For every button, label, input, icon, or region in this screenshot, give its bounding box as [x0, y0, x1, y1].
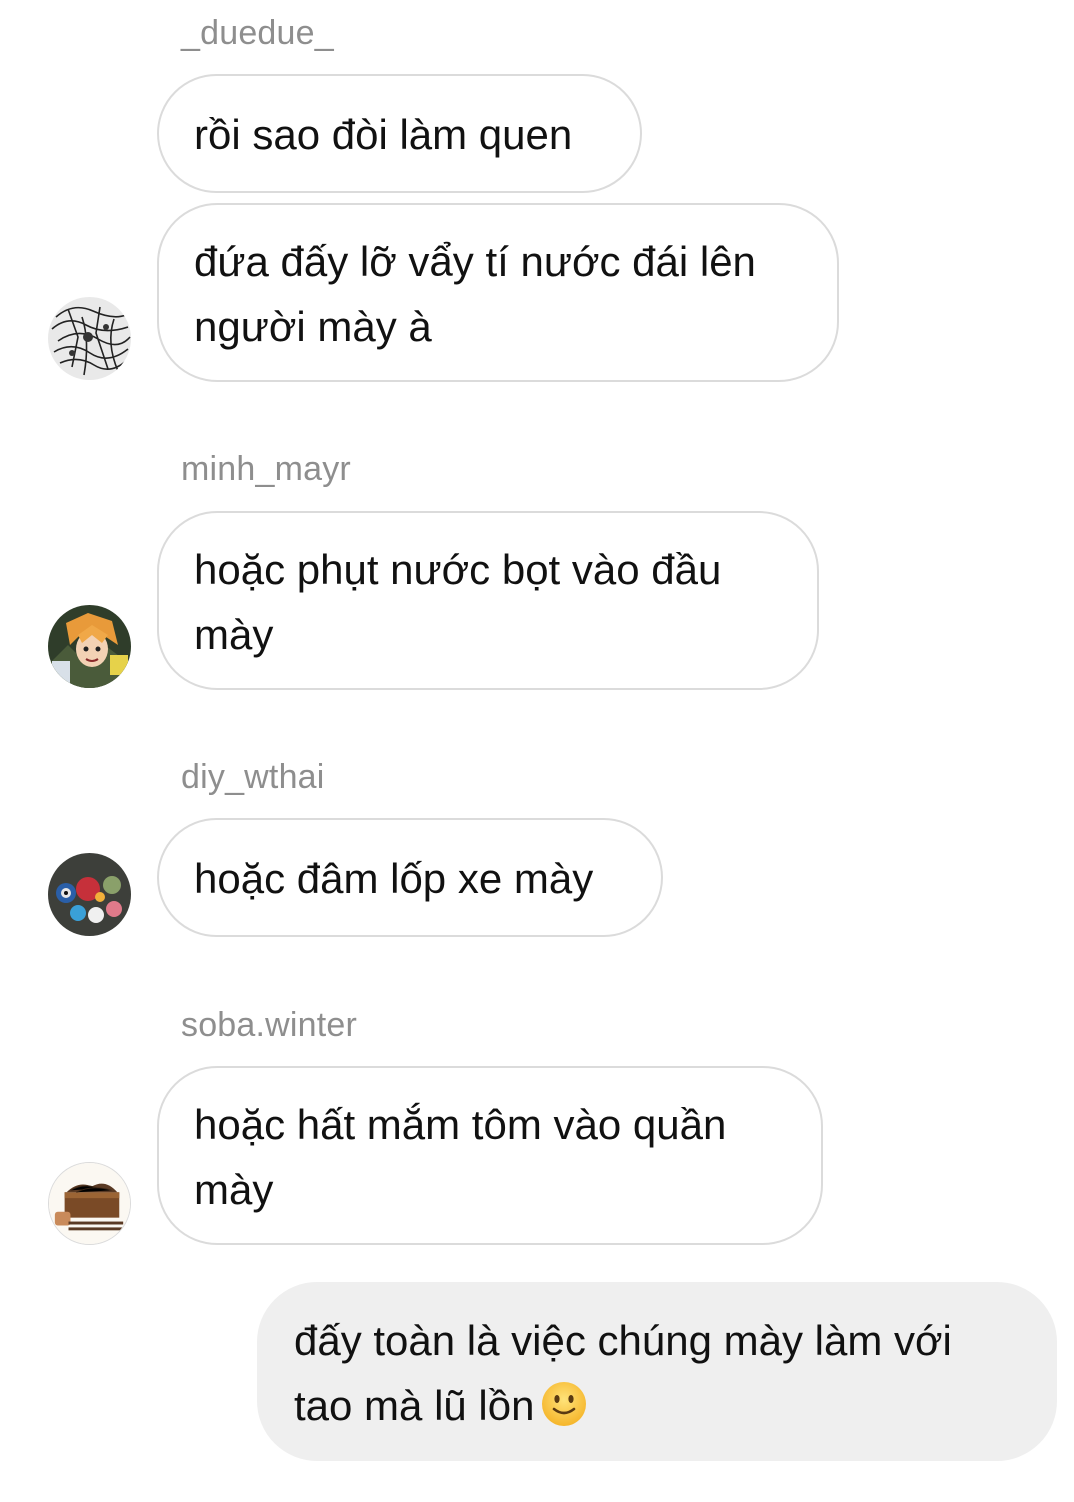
slightly-smiling-face-emoji-icon: [540, 1380, 588, 1428]
message-bubble[interactable]: hoặc đâm lốp xe mày: [157, 818, 663, 937]
soba-noodles-avatar-icon[interactable]: [48, 1162, 131, 1245]
message-bubble[interactable]: hoặc hất mắm tôm vào quần mày: [157, 1066, 823, 1245]
message-text: đấy toàn là việc chúng mày làm với tao m…: [294, 1317, 952, 1429]
message-bubble[interactable]: hoặc phụt nước bọt vào đầu mày: [157, 511, 819, 690]
message-text: hoặc đâm lốp xe mày: [194, 855, 594, 902]
sender-name[interactable]: soba.winter: [181, 1008, 357, 1042]
anime-character-avatar-icon[interactable]: [48, 605, 131, 688]
my-message-bubble[interactable]: đấy toàn là việc chúng mày làm với tao m…: [257, 1282, 1057, 1461]
message-text: hoặc hất mắm tôm vào quần mày: [194, 1101, 727, 1213]
message-bubble[interactable]: rồi sao đòi làm quen: [157, 74, 642, 193]
message-bubble[interactable]: đứa đấy lỡ vẩy tí nước đái lên người mày…: [157, 203, 839, 382]
colorful-beads-avatar-icon[interactable]: [48, 853, 131, 936]
message-text: hoặc phụt nước bọt vào đầu mày: [194, 546, 722, 658]
message-text: đứa đấy lỡ vẩy tí nước đái lên người mày…: [194, 238, 756, 350]
sender-name[interactable]: _duedue_: [181, 16, 334, 50]
sender-name[interactable]: minh_mayr: [181, 452, 351, 486]
manga-sketch-avatar-icon[interactable]: [48, 297, 131, 380]
message-text: rồi sao đòi làm quen: [194, 111, 573, 158]
sender-name[interactable]: diy_wthai: [181, 760, 325, 794]
